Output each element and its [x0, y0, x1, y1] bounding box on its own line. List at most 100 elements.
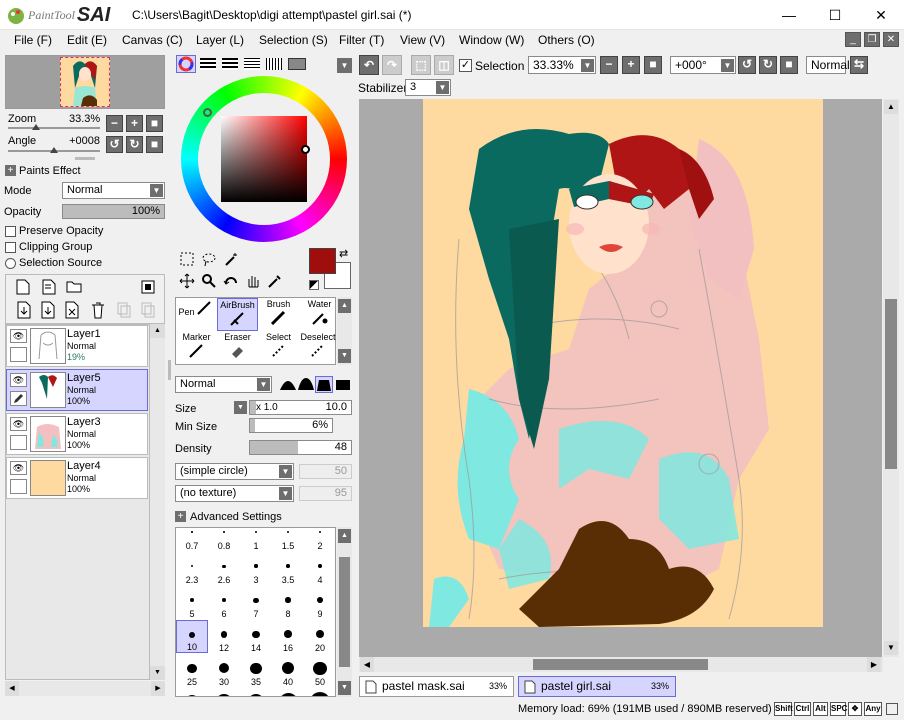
brush-size-cell[interactable]: 35: [240, 654, 272, 687]
primary-color-swatch[interactable]: [309, 248, 336, 274]
tool-marker[interactable]: Marker: [176, 331, 217, 364]
expand-icon[interactable]: +: [5, 165, 16, 176]
eye-icon[interactable]: 👁: [10, 373, 27, 387]
brush-grid-scrollbar[interactable]: ▲ ▼: [337, 527, 352, 697]
tool-deselect[interactable]: Deselect: [299, 331, 337, 364]
lasso-icon[interactable]: [201, 251, 217, 267]
color-wheel[interactable]: [181, 76, 347, 242]
rotate-left-button[interactable]: ↺: [106, 136, 123, 153]
tool-scrollbar[interactable]: ▲ ▼: [337, 297, 352, 365]
zoom-icon[interactable]: [201, 273, 217, 289]
mask-icon[interactable]: [141, 280, 155, 294]
canvas-rotate-right-button[interactable]: ↻: [759, 56, 777, 74]
maximize-button[interactable]: ☐: [812, 0, 858, 30]
tool-pen[interactable]: Pen: [176, 298, 217, 331]
zoom-slider[interactable]: [8, 127, 100, 129]
mdi-close-button[interactable]: ✕: [883, 32, 899, 47]
brush-size-cell[interactable]: 8: [272, 586, 304, 619]
rotate-reset-button[interactable]: ■: [146, 136, 163, 153]
canvas-rotate-left-button[interactable]: ↺: [738, 56, 756, 74]
hand-icon[interactable]: [245, 273, 261, 289]
edge-soft-icon[interactable]: [280, 378, 296, 391]
mdi-minimize-button[interactable]: _: [845, 32, 861, 47]
tool-brush[interactable]: Brush: [258, 298, 299, 331]
mode-dropdown[interactable]: Normal ▼: [62, 182, 165, 199]
sv-marker[interactable]: [301, 145, 310, 154]
menu-view[interactable]: View (V): [400, 33, 445, 47]
menu-window[interactable]: Window (W): [459, 33, 524, 47]
brush-size-cell[interactable]: 30: [208, 654, 240, 687]
minimize-button[interactable]: —: [766, 0, 812, 30]
opacity-slider[interactable]: 100%: [62, 204, 165, 219]
brush-size-cell[interactable]: 0.8: [208, 528, 240, 551]
menu-layer[interactable]: Layer (L): [196, 33, 244, 47]
canvas-menu-button[interactable]: ▼: [337, 58, 352, 73]
layer-item[interactable]: 👁 Layer3 Normal 100%: [6, 413, 148, 455]
merge-down-icon[interactable]: [40, 301, 56, 319]
brush-size-cell[interactable]: 14: [240, 620, 272, 653]
canvas-vscrollbar[interactable]: ▲ ▼: [883, 99, 899, 657]
rotate-right-button[interactable]: ↻: [126, 136, 143, 153]
canvas-zoom-reset-button[interactable]: ■: [644, 56, 662, 74]
new-set-icon[interactable]: [42, 279, 56, 295]
brush-shape-dropdown[interactable]: (simple circle) ▼: [175, 463, 294, 480]
selection-checkbox[interactable]: ✓: [459, 59, 472, 72]
brush-size-cell[interactable]: 6: [208, 586, 240, 619]
selection-source-radio[interactable]: [5, 258, 16, 269]
edge-flat-icon[interactable]: [335, 378, 351, 391]
eyedropper-icon[interactable]: [267, 273, 283, 289]
invert-selection-button[interactable]: ◫: [434, 55, 454, 75]
preserve-opacity-checkbox[interactable]: [5, 226, 16, 237]
brush-size-cell[interactable]: 9: [304, 586, 335, 619]
angle-dropdown[interactable]: +000° ▼: [670, 56, 736, 74]
density-slider[interactable]: 48: [249, 440, 352, 455]
brush-size-cell[interactable]: 1.5: [272, 528, 304, 551]
brush-mode-dropdown[interactable]: Normal ▼: [175, 376, 272, 393]
size-slider[interactable]: x 1.0 10.0: [249, 400, 352, 415]
document-tab[interactable]: pastel mask.sai 33%: [359, 676, 514, 697]
layer-hscrollbar[interactable]: ◀ ▶: [5, 681, 165, 696]
close-button[interactable]: ✕: [858, 0, 904, 30]
zoom-dropdown[interactable]: 33.33% ▼: [528, 56, 596, 74]
pencil-icon[interactable]: [10, 391, 27, 406]
reset-colors-icon[interactable]: [309, 280, 319, 290]
brush-size-cell[interactable]: 7: [240, 586, 272, 619]
clipping-group-checkbox[interactable]: [5, 242, 16, 253]
brush-size-cell[interactable]: 120: [304, 688, 335, 696]
rgb-slider-tab[interactable]: [200, 58, 216, 70]
zoom-slider-handle[interactable]: [32, 124, 40, 130]
brush-size-cell[interactable]: 80: [240, 688, 272, 696]
trash-icon[interactable]: [90, 301, 106, 319]
brush-size-cell[interactable]: 70: [208, 688, 240, 696]
folder-icon[interactable]: [66, 279, 82, 293]
document-tab-active[interactable]: pastel girl.sai 33%: [518, 676, 676, 697]
canvas-zoom-in-button[interactable]: +: [622, 56, 640, 74]
stabilizer-dropdown[interactable]: 3 ▼: [405, 79, 451, 96]
rect-select-icon[interactable]: [179, 251, 195, 267]
scrollbar-thumb[interactable]: [533, 659, 708, 670]
eye-icon[interactable]: 👁: [10, 461, 27, 475]
brush-size-cell[interactable]: 100: [272, 688, 304, 696]
lock-toggle[interactable]: [10, 347, 27, 362]
layer-item-selected[interactable]: 👁 Layer5 Normal 100%: [6, 369, 148, 411]
brush-size-cell[interactable]: 25: [176, 654, 208, 687]
menu-edit[interactable]: Edit (E): [67, 33, 107, 47]
zoom-reset-button[interactable]: ■: [146, 115, 163, 132]
layer-list-scrollbar[interactable]: ▲ ▼: [150, 324, 165, 680]
brush-size-cell[interactable]: 10: [176, 620, 208, 654]
menu-filter[interactable]: Filter (T): [339, 33, 384, 47]
canvas-viewport[interactable]: [359, 99, 882, 657]
canvas-hscrollbar[interactable]: ◀ ▶: [359, 657, 883, 672]
eye-icon[interactable]: 👁: [10, 417, 27, 431]
scrollbar-thumb[interactable]: [339, 557, 350, 667]
brush-size-cell[interactable]: 1: [240, 528, 272, 551]
edge-hard-selected[interactable]: [315, 376, 333, 393]
swap-colors-icon[interactable]: ⇄: [339, 247, 348, 260]
panel-splitter[interactable]: [168, 360, 171, 380]
brush-size-cell[interactable]: 12: [208, 620, 240, 653]
move-icon[interactable]: [179, 273, 195, 289]
color-wheel-tab[interactable]: [176, 55, 196, 73]
hsv-slider-tab[interactable]: [222, 58, 238, 70]
scrollbar-thumb[interactable]: [885, 299, 897, 469]
redo-button[interactable]: ↷: [382, 55, 402, 75]
